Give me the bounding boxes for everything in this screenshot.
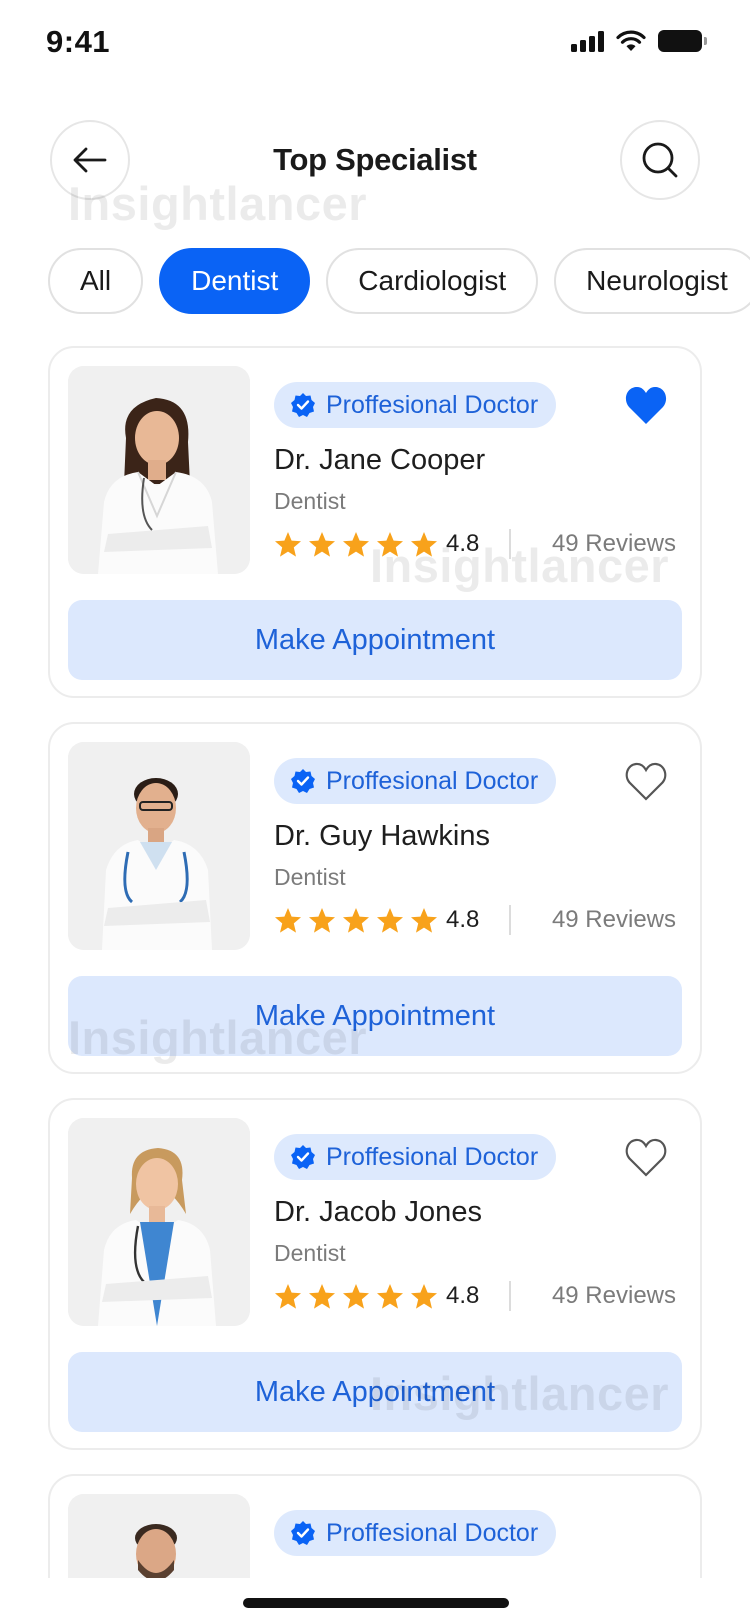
- star-icon: [309, 907, 335, 933]
- star-icon: [275, 1283, 301, 1309]
- search-button[interactable]: [620, 120, 700, 200]
- star-icon: [343, 531, 369, 557]
- star-icon: [411, 531, 437, 557]
- chip-all[interactable]: All: [48, 248, 144, 314]
- rating-row: 4.8 49 Reviews: [274, 526, 676, 562]
- doctor-name: Dr. Guy Hawkins: [274, 820, 490, 852]
- star-icon: [343, 1283, 369, 1309]
- star-icon: [377, 1283, 403, 1309]
- chip-cardiologist[interactable]: Cardiologist: [326, 248, 539, 314]
- badge-label: Proffesional Doctor: [326, 390, 539, 419]
- doctor-specialty: Dentist: [274, 1240, 346, 1266]
- filter-chips: All Dentist Cardiologist Neurologist: [48, 248, 750, 314]
- cellular-signal-icon: [571, 30, 604, 52]
- heart-filled-icon[interactable]: [624, 384, 668, 426]
- rating-value: 4.8: [446, 1282, 480, 1309]
- heart-outline-icon[interactable]: [624, 760, 668, 802]
- chip-neurologist[interactable]: Neurologist: [554, 248, 750, 314]
- doctor-card[interactable]: Proffesional Doctor Dr. Guy Hawkins Dent…: [48, 722, 702, 1074]
- professional-badge: Proffesional Doctor: [274, 1134, 557, 1180]
- star-icon: [411, 907, 437, 933]
- reviews-count[interactable]: 49 Reviews: [552, 906, 676, 934]
- star-icon: [377, 907, 403, 933]
- star-icon: [411, 1283, 437, 1309]
- professional-badge: Proffesional Doctor: [274, 758, 557, 804]
- verified-icon: [291, 1521, 315, 1545]
- star-icon: [309, 531, 335, 557]
- divider: [509, 1281, 512, 1311]
- status-time: 9:41: [46, 24, 111, 59]
- status-icons: [571, 30, 707, 52]
- star-rating: [274, 531, 438, 558]
- doctor-photo: [68, 742, 250, 950]
- reviews-count[interactable]: 49 Reviews: [552, 1282, 676, 1310]
- star-rating: [274, 1283, 438, 1310]
- doctor-card[interactable]: Proffesional Doctor: [48, 1474, 702, 1594]
- status-bar: 9:41: [0, 0, 750, 88]
- star-icon: [377, 531, 403, 557]
- professional-badge: Proffesional Doctor: [274, 382, 557, 428]
- star-icon: [275, 531, 301, 557]
- rating-row: 4.8 49 Reviews: [274, 902, 676, 938]
- professional-badge: Proffesional Doctor: [274, 1510, 557, 1556]
- star-icon: [343, 907, 369, 933]
- doctor-name: Dr. Jane Cooper: [274, 444, 486, 476]
- verified-icon: [291, 393, 315, 417]
- make-appointment-button[interactable]: Make Appointment: [68, 600, 682, 680]
- star-icon: [309, 1283, 335, 1309]
- doctor-specialty: Dentist: [274, 488, 346, 514]
- home-indicator[interactable]: [243, 1598, 509, 1608]
- rating-value: 4.8: [446, 530, 480, 557]
- doctor-list: Proffesional Doctor Dr. Jane Cooper Dent…: [48, 346, 702, 1618]
- rating-value: 4.8: [446, 906, 480, 933]
- make-appointment-button[interactable]: Make Appointment: [68, 1352, 682, 1432]
- doctor-photo: [68, 366, 250, 574]
- doctor-card[interactable]: Proffesional Doctor Dr. Jane Cooper Dent…: [48, 346, 702, 698]
- star-icon: [275, 907, 301, 933]
- verified-icon: [291, 769, 315, 793]
- badge-label: Proffesional Doctor: [326, 1518, 539, 1547]
- battery-icon: [658, 30, 707, 52]
- heart-outline-icon[interactable]: [624, 1136, 668, 1178]
- make-appointment-button[interactable]: Make Appointment: [68, 976, 682, 1056]
- star-rating: [274, 907, 438, 934]
- verified-icon: [291, 1145, 315, 1169]
- doctor-name: Dr. Jacob Jones: [274, 1196, 482, 1228]
- chip-dentist[interactable]: Dentist: [159, 248, 311, 314]
- wifi-icon: [616, 30, 646, 51]
- divider: [509, 905, 512, 935]
- doctor-card[interactable]: Proffesional Doctor Dr. Jacob Jones Dent…: [48, 1098, 702, 1450]
- badge-label: Proffesional Doctor: [326, 766, 539, 795]
- reviews-count[interactable]: 49 Reviews: [552, 530, 676, 558]
- divider: [509, 529, 512, 559]
- rating-row: 4.8 49 Reviews: [274, 1278, 676, 1314]
- doctor-photo: [68, 1118, 250, 1326]
- header: Top Specialist: [0, 120, 750, 200]
- badge-label: Proffesional Doctor: [326, 1142, 539, 1171]
- search-icon: [642, 142, 678, 178]
- doctor-specialty: Dentist: [274, 864, 346, 890]
